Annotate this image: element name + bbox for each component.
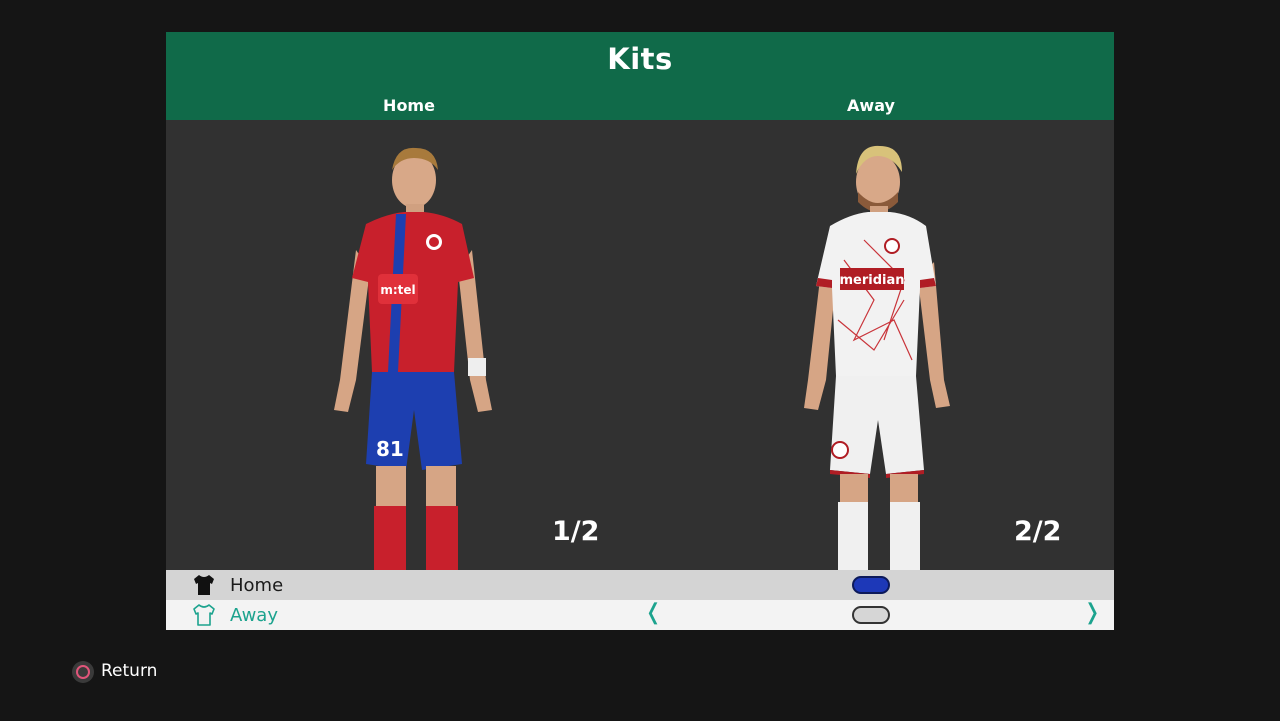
home-kit-preview: m:tel 81 1/2 — [166, 120, 640, 570]
away-page-indicator: 2/2 — [1014, 516, 1062, 547]
home-sock-left — [374, 506, 406, 570]
home-sponsor: m:tel — [380, 283, 415, 297]
home-page-indicator: 1/2 — [552, 516, 600, 547]
home-sock-right — [426, 506, 458, 570]
away-sock-left — [838, 502, 868, 570]
home-kit-player-image: m:tel 81 — [334, 147, 492, 570]
away-shorts — [830, 376, 924, 474]
circle-button-icon — [72, 661, 94, 683]
page-title: Kits — [607, 42, 673, 76]
kits-header: Kits Home Away — [166, 32, 1114, 120]
kit-option-away-label: Away — [230, 605, 278, 626]
kit-option-home-label: Home — [230, 575, 284, 596]
away-sock-right — [890, 502, 920, 570]
kit-option-away[interactable]: Away ❬ ❭ — [166, 600, 1114, 630]
shirt-filled-icon — [194, 575, 214, 595]
away-shirt — [816, 212, 936, 376]
kits-panel: Kits Home Away m:tel 81 1/2 meridian 2/2… — [166, 32, 1114, 630]
return-label: Return — [101, 661, 158, 681]
away-sponsor: meridian — [839, 273, 904, 288]
away-kit-preview: meridian 2/2 — [640, 120, 1114, 570]
kit-option-home[interactable]: Home — [166, 570, 1114, 600]
chevron-left-icon[interactable]: ❬ — [644, 600, 662, 625]
away-kit-color-toggle[interactable] — [852, 606, 890, 624]
home-shorts-number: 81 — [376, 437, 404, 461]
home-kit-color-toggle[interactable] — [852, 576, 890, 594]
away-column-label: Away — [847, 96, 895, 115]
shirt-outline-icon — [193, 604, 215, 626]
home-column-label: Home — [383, 96, 435, 115]
away-kit-player-image: meridian — [804, 145, 950, 570]
chevron-right-icon[interactable]: ❭ — [1083, 600, 1101, 625]
